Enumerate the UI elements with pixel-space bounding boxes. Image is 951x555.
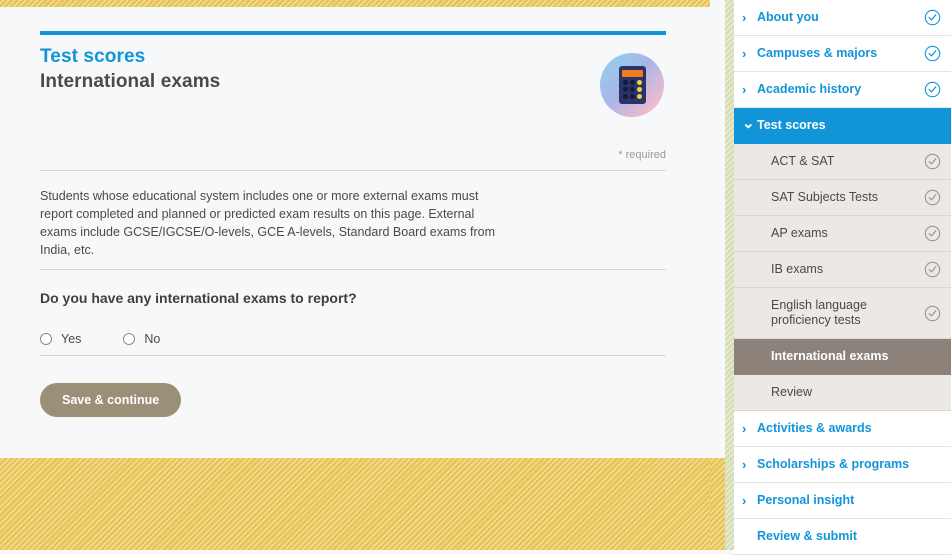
check-circle-icon: [924, 153, 941, 170]
sidebar-item-campuses-majors[interactable]: › Campuses & majors: [734, 36, 951, 72]
gutter-column: [710, 0, 725, 550]
radio-indicator-yes[interactable]: [40, 332, 52, 345]
chevron-right-icon: ›: [742, 457, 747, 472]
bottom-stripe-band: [0, 458, 710, 550]
section-eyebrow: Test scores: [40, 46, 146, 67]
sidebar-item-label: AP exams: [771, 226, 828, 240]
sidebar-item-sat-subjects-tests[interactable]: SAT Subjects Tests: [734, 180, 951, 216]
calculator-key: [637, 80, 643, 85]
radio-option-yes[interactable]: Yes: [40, 332, 81, 346]
sidebar-item-about-you[interactable]: › About you: [734, 0, 951, 36]
sidebar-item-label: IB exams: [771, 262, 824, 276]
radio-label-no: No: [144, 331, 161, 346]
sidebar-item-label: ACT & SAT: [771, 154, 835, 168]
sidebar-item-label: English language proficiency tests: [771, 298, 867, 327]
divider: [40, 354, 666, 356]
check-placeholder: [924, 384, 941, 401]
question-label: Do you have any international exams to r…: [40, 289, 357, 306]
sidebar-item-ap-exams[interactable]: AP exams: [734, 216, 951, 252]
calculator-key: [622, 87, 628, 92]
page-title: International exams: [40, 71, 221, 92]
sidebar-item-label: SAT Subjects Tests: [771, 190, 878, 204]
check-circle-icon: [924, 45, 941, 62]
sidebar-nav-list: › About you › Campuses & majors › Academic hi…: [734, 0, 951, 555]
check-circle-icon: [924, 81, 941, 98]
divider: [40, 268, 666, 270]
required-note: * required: [618, 149, 666, 161]
chevron-right-icon: ›: [742, 421, 747, 436]
sidebar-item-label: Test scores: [757, 118, 826, 132]
check-placeholder: [924, 348, 941, 365]
check-circle-icon: [924, 225, 941, 242]
save-and-continue-button[interactable]: Save & continue: [40, 382, 182, 417]
progress-sidebar: › About you › Campuses & majors › Academic hi…: [725, 0, 951, 555]
check-circle-icon: [924, 261, 941, 278]
check-circle-icon: [924, 9, 941, 26]
sidebar-stripe-edge: [725, 0, 734, 550]
calculator-display: [622, 69, 643, 77]
sidebar-item-label: Academic history: [757, 82, 862, 96]
sidebar-item-act-sat[interactable]: ACT & SAT: [734, 144, 951, 180]
title-top-rule: [40, 31, 666, 35]
chevron-right-icon: ›: [742, 493, 747, 508]
sidebar-item-english-language-proficiency-tests[interactable]: English language proficiency tests: [734, 288, 951, 339]
sidebar-item-label: Campuses & majors: [757, 46, 878, 60]
sidebar-item-label: Activities & awards: [757, 421, 872, 435]
radio-indicator-no[interactable]: [123, 332, 136, 345]
sidebar-item-label: Review: [771, 385, 812, 399]
divider: [40, 170, 666, 171]
calculator-key: [629, 87, 635, 92]
application-page: Test scores International exams * requir…: [0, 0, 951, 555]
gutter-white: [710, 0, 725, 458]
sidebar-item-activities-awards[interactable]: › Activities & awards: [734, 411, 951, 447]
sidebar-item-ib-exams[interactable]: IB exams: [734, 252, 951, 288]
calculator-key: [622, 94, 628, 99]
top-stripe-band: [0, 0, 710, 7]
sidebar-item-scholarships-programs[interactable]: › Scholarships & programs: [734, 447, 951, 483]
content-card: Test scores International exams * requir…: [0, 7, 710, 458]
check-placeholder: [924, 456, 941, 473]
radio-label-yes: Yes: [61, 331, 82, 346]
sidebar-item-label: Review & submit: [757, 529, 858, 543]
sidebar-item-international-exams[interactable]: International exams: [734, 339, 951, 375]
calculator-key: [629, 94, 635, 99]
check-circle-icon: [924, 189, 941, 206]
check-placeholder: [924, 117, 941, 134]
gutter-stripe: [710, 458, 725, 550]
sidebar-item-test-scores[interactable]: ⌄ Test scores: [734, 108, 951, 144]
calculator-key: [637, 87, 643, 92]
sidebar-item-label: Personal insight: [757, 493, 855, 507]
check-placeholder: [924, 492, 941, 509]
chevron-down-icon: ⌄: [742, 115, 755, 132]
check-circle-icon: [924, 305, 941, 322]
radio-option-no[interactable]: No: [123, 332, 160, 346]
instructions-text: Students whose educational system includ…: [40, 189, 496, 258]
main-content-region: Test scores International exams * requir…: [0, 7, 710, 550]
sidebar-item-review[interactable]: Review: [734, 375, 951, 411]
sidebar-item-label: About you: [757, 10, 819, 24]
calculator-key: [622, 80, 628, 85]
calculator-key: [629, 80, 635, 85]
calculator-body: [619, 66, 646, 104]
chevron-right-icon: ›: [742, 46, 747, 61]
check-placeholder: [924, 528, 941, 545]
chevron-right-icon: ›: [742, 10, 747, 25]
sidebar-item-label: International exams: [771, 349, 889, 363]
calculator-icon: [600, 53, 664, 117]
sidebar-item-academic-history[interactable]: › Academic history: [734, 72, 951, 108]
calculator-key: [637, 94, 643, 99]
check-placeholder: [924, 420, 941, 437]
sidebar-item-personal-insight[interactable]: › Personal insight: [734, 483, 951, 519]
radio-group: Yes No: [40, 332, 666, 346]
card-inner: Test scores International exams * requir…: [40, 31, 666, 417]
sidebar-item-label: Scholarships & programs: [757, 457, 910, 471]
calculator-keys: [622, 80, 643, 99]
chevron-right-icon: ›: [742, 82, 747, 97]
